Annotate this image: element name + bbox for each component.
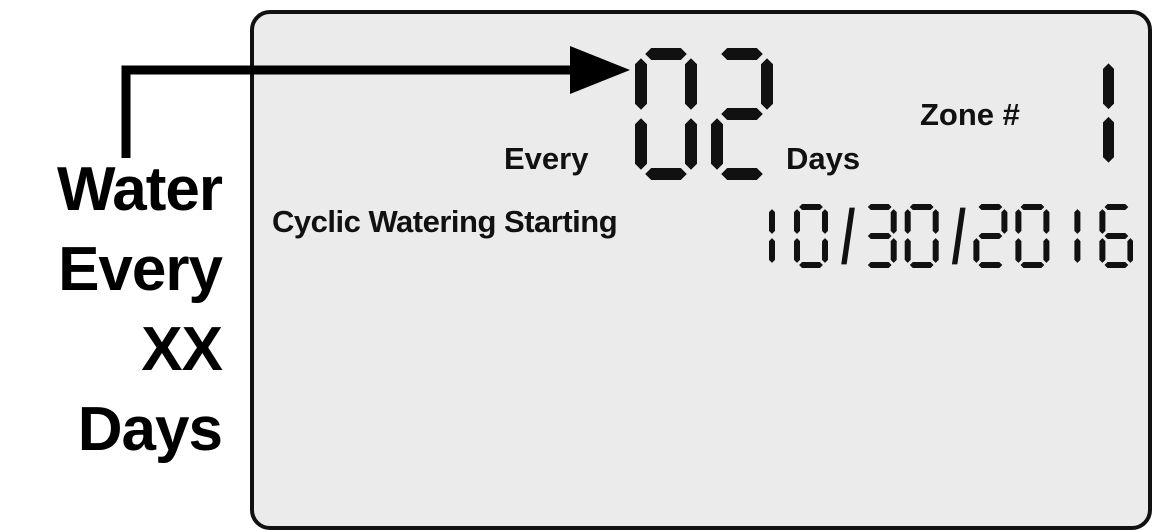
callout-arrow — [121, 46, 630, 158]
arrow-head-icon — [570, 46, 630, 94]
